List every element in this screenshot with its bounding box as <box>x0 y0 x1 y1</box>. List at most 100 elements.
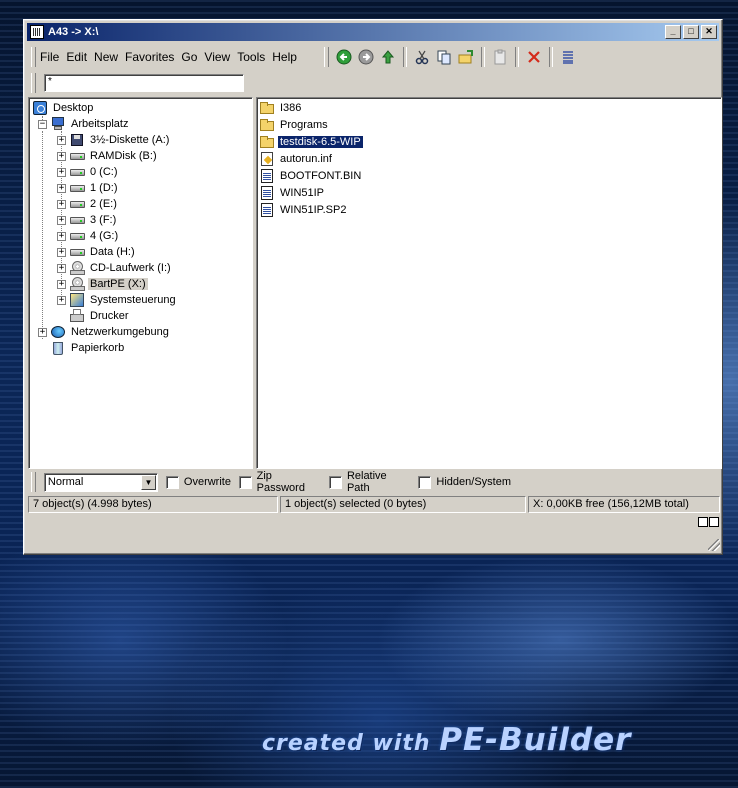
address-input[interactable]: * <box>44 74 244 92</box>
tree-item-drive[interactable]: +0 (C:) <box>57 164 120 180</box>
hard-drive-icon <box>69 244 85 260</box>
status-object-count: 7 object(s) (4.998 bytes) <box>28 496 278 513</box>
expand-toggle[interactable]: + <box>57 231 66 241</box>
tree-item-drucker[interactable]: Drucker <box>57 308 131 324</box>
cd-drive-icon <box>69 260 85 276</box>
menu-new[interactable]: New <box>94 50 124 64</box>
file-item[interactable]: WIN51IP.SP2 <box>259 202 348 218</box>
tree-item-drive[interactable]: +1 (D:) <box>57 180 120 196</box>
expand-toggle[interactable]: + <box>57 279 66 289</box>
expand-toggle[interactable]: + <box>57 263 66 273</box>
expand-toggle[interactable]: + <box>57 151 66 161</box>
tree-item-papierkorb[interactable]: Papierkorb <box>50 340 126 356</box>
expand-toggle[interactable]: + <box>57 295 66 305</box>
tree-item-drive[interactable]: +3 (F:) <box>57 212 118 228</box>
binary-file-icon <box>259 185 275 201</box>
menu-tools[interactable]: Tools <box>237 50 271 64</box>
expand-toggle[interactable]: + <box>38 327 47 337</box>
resize-grip[interactable] <box>708 539 720 551</box>
file-item[interactable]: Programs <box>259 117 330 133</box>
file-item[interactable]: I386 <box>259 100 303 116</box>
expand-toggle[interactable]: + <box>57 247 66 257</box>
menu-favorites[interactable]: Favorites <box>125 50 180 64</box>
status-selection: 1 object(s) selected (0 bytes) <box>280 496 526 513</box>
expand-toggle[interactable]: + <box>57 167 66 177</box>
paste-folder-icon[interactable] <box>457 48 475 66</box>
tree-item-drive[interactable]: + Systemsteuerung <box>57 292 178 308</box>
tree-item-desktop[interactable]: Desktop <box>32 100 95 116</box>
menu-go[interactable]: Go <box>181 50 203 64</box>
tree-item-drive[interactable]: + Data (H:) <box>57 244 137 260</box>
title-bar[interactable]: A43 -> X:\ _ □ ✕ <box>27 23 719 41</box>
main-window: A43 -> X:\ _ □ ✕ File Edit New Favorites… <box>23 19 723 555</box>
menu-view[interactable]: View <box>204 50 236 64</box>
restore-panels-icon[interactable] <box>697 517 719 528</box>
forward-icon[interactable] <box>357 48 375 66</box>
hard-drive-icon <box>69 148 85 164</box>
delete-icon[interactable] <box>525 48 543 66</box>
clipboard-icon[interactable] <box>491 48 509 66</box>
toolbar-separator <box>403 47 407 67</box>
tree-item-drive[interactable]: +4 (G:) <box>57 228 120 244</box>
desktop-icon <box>32 100 48 116</box>
menu-grip[interactable] <box>31 47 36 67</box>
hard-drive-icon <box>69 228 85 244</box>
tree-item-drive[interactable]: +3½-Diskette (A:) <box>57 132 171 148</box>
folder-tree[interactable]: Desktop − Arbeitsplatz +3½-Diskette (A:)… <box>28 97 253 469</box>
tree-item-netzwerkumgebung[interactable]: + Netzwerkumgebung <box>38 324 171 340</box>
settings-file-icon <box>259 151 275 167</box>
maximize-button[interactable]: □ <box>683 25 699 39</box>
tree-item-arbeitsplatz[interactable]: − Arbeitsplatz <box>38 116 130 132</box>
minimize-button[interactable]: _ <box>665 25 681 39</box>
floppy-icon <box>69 132 85 148</box>
status-bar: 7 object(s) (4.998 bytes) 1 object(s) se… <box>28 496 722 513</box>
up-icon[interactable] <box>379 48 397 66</box>
expand-toggle[interactable]: + <box>57 215 66 225</box>
binary-file-icon <box>259 202 275 218</box>
cd-drive-icon <box>69 276 85 292</box>
relative-path-checkbox[interactable]: Relative Path <box>329 470 410 494</box>
window-title: A43 -> X:\ <box>48 26 99 38</box>
pe-builder-watermark: created with PE-Builder <box>262 722 632 758</box>
expand-toggle[interactable]: + <box>57 135 66 145</box>
copy-icon[interactable] <box>435 48 453 66</box>
file-list[interactable]: I386 Programs testdisk-6.5-WIP autorun.inf B… <box>256 97 722 469</box>
expand-toggle[interactable]: + <box>57 183 66 193</box>
menu-help[interactable]: Help <box>272 50 303 64</box>
zip-password-checkbox[interactable]: Zip Password <box>238 470 321 494</box>
folder-icon <box>259 100 275 116</box>
cut-icon[interactable] <box>413 48 431 66</box>
address-grip[interactable] <box>31 73 36 93</box>
control-panel-icon <box>69 292 85 308</box>
menu-file[interactable]: File <box>40 50 65 64</box>
hard-drive-icon <box>69 164 85 180</box>
menu-edit[interactable]: Edit <box>66 50 93 64</box>
expand-toggle[interactable]: + <box>57 199 66 209</box>
chevron-down-icon[interactable]: ▼ <box>140 474 156 490</box>
toolbar-separator <box>549 47 553 67</box>
close-button[interactable]: ✕ <box>701 25 717 39</box>
app-icon[interactable] <box>30 25 44 39</box>
tree-line <box>42 131 43 339</box>
file-item[interactable]: autorun.inf <box>259 151 334 167</box>
back-icon[interactable] <box>335 48 353 66</box>
network-icon <box>50 324 66 340</box>
tree-item-drive[interactable]: + CD-Laufwerk (I:) <box>57 260 173 276</box>
file-item[interactable]: BOOTFONT.BIN <box>259 168 363 184</box>
view-icon[interactable] <box>559 48 577 66</box>
printer-icon <box>69 308 85 324</box>
binary-file-icon <box>259 168 275 184</box>
overwrite-checkbox[interactable]: Overwrite <box>165 475 231 489</box>
file-item[interactable]: testdisk-6.5-WIP <box>259 134 364 150</box>
tree-item-drive[interactable]: + BartPE (X:) <box>57 276 148 292</box>
file-item[interactable]: WIN51IP <box>259 185 326 201</box>
tree-item-drive[interactable]: + RAMDisk (B:) <box>57 148 159 164</box>
mode-select[interactable]: Normal ▼ <box>43 472 158 492</box>
hidden-system-checkbox[interactable]: Hidden/System <box>418 475 511 489</box>
options-grip[interactable] <box>31 472 36 492</box>
collapse-toggle[interactable]: − <box>38 119 47 129</box>
toolbar-grip[interactable] <box>324 47 329 67</box>
toolbar <box>322 45 579 69</box>
folder-icon <box>259 134 275 150</box>
tree-item-drive[interactable]: +2 (E:) <box>57 196 119 212</box>
